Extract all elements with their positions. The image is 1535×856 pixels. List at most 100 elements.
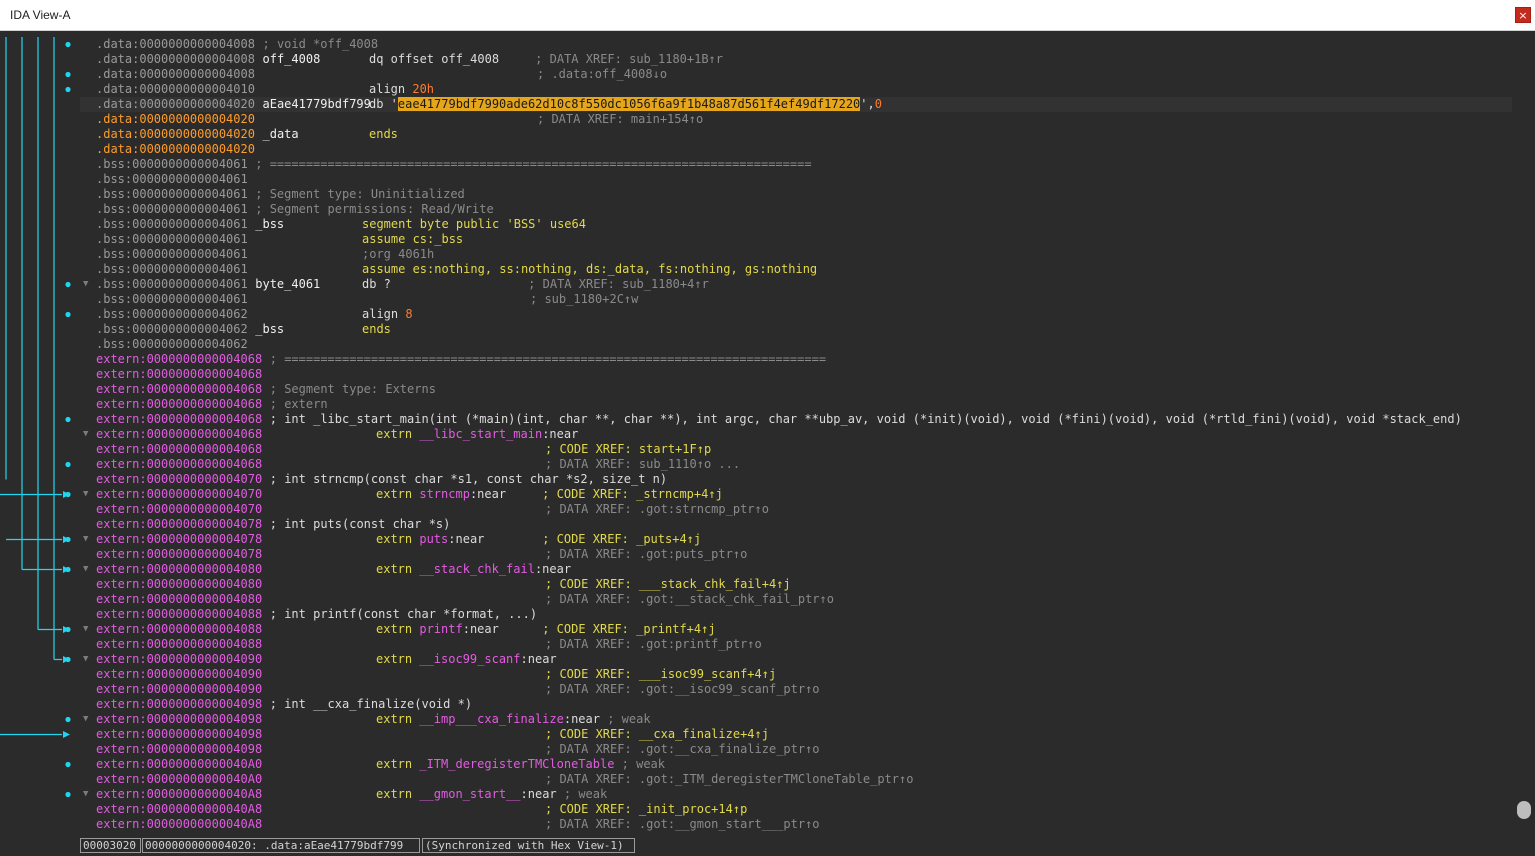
listing-line[interactable]: .bss:0000000000004061 assume cs:_bss [80,232,1512,247]
listing-line[interactable]: extern:0000000000004068 ; DATA XREF: sub_… [80,457,1512,472]
line-token[interactable]: strncmp [419,487,470,501]
listing-line[interactable]: .bss:0000000000004061 ;org 4061h [80,247,1512,262]
vertical-scrollbar[interactable] [1512,37,1535,835]
fold-toggle-icon[interactable]: ▼ [83,622,88,637]
xref-dot-icon[interactable] [65,71,71,78]
listing-line[interactable]: ▼ extern:0000000000004090 extrn __isoc99_s… [80,652,1512,667]
listing-line[interactable]: .bss:0000000000004061 ; sub_1180+2C↑w [80,292,1512,307]
line-token[interactable]: __isoc99_scanf [419,652,520,666]
listing-line[interactable]: .data:0000000000004020 aEae41779bdf799 db … [80,97,1512,112]
line-token[interactable]: __libc_start_main [419,427,542,441]
line-label[interactable]: aEae41779bdf799 [263,97,371,112]
listing-line[interactable]: .data:0000000000004008 ; .data:off_4008↓o [80,67,1512,82]
listing-line[interactable]: .bss:0000000000004062 _bss ends [80,322,1512,337]
listing-line[interactable]: .data:0000000000004008 ; void *off_4008 [80,37,1512,52]
listing-line[interactable]: extern:0000000000004078 ; int puts(const … [80,517,1512,532]
listing-line[interactable]: extern:00000000000040A8 ; DATA XREF: .got… [80,817,1512,832]
listing-line[interactable]: ▼ extern:0000000000004088 extrn printf:nea… [80,622,1512,637]
listing-line[interactable]: .bss:0000000000004061 ; =================… [80,157,1512,172]
listing-line[interactable]: extern:0000000000004070 ; int strncmp(con… [80,472,1512,487]
line-token[interactable]: _ITM_deregisterTMCloneTable [419,757,614,771]
line-body: ; int puts(const char *s) [270,517,451,532]
line-token: dq offset off_4008 [369,52,500,66]
listing-line[interactable]: .bss:0000000000004061 assume es:nothing, … [80,262,1512,277]
listing-line[interactable]: .bss:0000000000004062 [80,337,1512,352]
listing-line[interactable]: extern:0000000000004068 ; extern [80,397,1512,412]
listing-line[interactable]: .data:0000000000004020 _data ends [80,127,1512,142]
line-body: ; DATA XREF: .got:strncmp_ptr↑o [545,502,769,517]
listing-line[interactable]: ▼ .bss:0000000000004061 byte_4061 db ? ; DA… [80,277,1512,292]
fold-toggle-icon[interactable]: ▼ [83,532,88,547]
line-label[interactable]: off_4008 [263,52,321,67]
listing-line[interactable]: ▼ extern:0000000000004068 extrn __libc_sta… [80,427,1512,442]
listing-line[interactable]: extern:0000000000004098 ; int __cxa_final… [80,697,1512,712]
listing-line[interactable]: extern:0000000000004068 [80,367,1512,382]
xref-dot-icon[interactable] [65,761,71,768]
listing-line[interactable]: .data:0000000000004010 align 20h [80,82,1512,97]
listing-line[interactable]: extern:0000000000004068 ; int _libc_start… [80,412,1512,427]
xref-dot-icon[interactable] [65,311,71,318]
listing-line[interactable]: extern:0000000000004080 ; CODE XREF: ___s… [80,577,1512,592]
listing-line[interactable]: extern:00000000000040A8 ; CODE XREF: _ini… [80,802,1512,817]
listing-line[interactable]: extern:0000000000004090 ; CODE XREF: ___i… [80,667,1512,682]
listing-line[interactable]: .bss:0000000000004061 ; Segment permissio… [80,202,1512,217]
listing-line[interactable]: extern:0000000000004098 ; CODE XREF: __cx… [80,727,1512,742]
xref-dot-icon[interactable] [65,716,71,723]
fold-toggle-icon[interactable]: ▼ [83,712,88,727]
line-token: 8 [405,307,413,321]
line-label[interactable]: _bss [255,322,284,337]
line-body: extrn strncmp:near ; CODE XREF: _strncmp… [376,487,723,502]
listing-line[interactable]: ▼ extern:00000000000040A8 extrn __gmon_sta… [80,787,1512,802]
xref-dot-icon[interactable] [65,416,71,423]
listing-line[interactable]: extern:0000000000004090 ; DATA XREF: .got… [80,682,1512,697]
fold-toggle-icon[interactable]: ▼ [83,787,88,802]
listing-line[interactable]: extern:0000000000004078 ; DATA XREF: .got… [80,547,1512,562]
line-label[interactable]: byte_4061 [255,277,320,292]
close-button[interactable]: × [1515,7,1531,23]
xref-dot-icon[interactable] [65,281,71,288]
line-token[interactable]: __stack_chk_fail [419,562,535,576]
fold-toggle-icon[interactable]: ▼ [83,562,88,577]
listing-line[interactable]: .data:0000000000004008 off_4008 dq offset … [80,52,1512,67]
listing-line[interactable]: ▼ extern:0000000000004070 extrn strncmp:ne… [80,487,1512,502]
listing-line[interactable]: .bss:0000000000004061 ; Segment type: Uni… [80,187,1512,202]
line-body: ; DATA XREF: .got:__stack_chk_fail_ptr↑o [545,592,834,607]
line-token[interactable]: __imp___cxa_finalize [419,712,564,726]
listing-line[interactable]: .data:0000000000004020 [80,142,1512,157]
disassembly-listing[interactable]: .data:0000000000004008; void *off_4008 .d… [80,37,1512,835]
xref-dot-icon[interactable] [65,86,71,93]
listing-line[interactable]: extern:0000000000004088 ; DATA XREF: .got… [80,637,1512,652]
listing-line[interactable]: ▼ extern:0000000000004078 extrn puts:near … [80,532,1512,547]
listing-line[interactable]: extern:0000000000004068 ; Segment type: E… [80,382,1512,397]
line-token: :near [462,622,499,636]
listing-line[interactable]: extern:00000000000040A0 extrn _ITM_deregi… [80,757,1512,772]
fold-toggle-icon[interactable]: ▼ [83,652,88,667]
fold-toggle-icon[interactable]: ▼ [83,427,88,442]
line-token[interactable]: __gmon_start__ [419,787,520,801]
line-label[interactable]: _data [263,127,299,142]
xref-dot-icon[interactable] [65,41,71,48]
listing-line[interactable]: ▼ extern:0000000000004098 extrn __imp___cx… [80,712,1512,727]
listing-line[interactable]: extern:0000000000004088 ; int printf(cons… [80,607,1512,622]
line-label[interactable]: _bss [255,217,284,232]
listing-line[interactable]: extern:0000000000004070 ; DATA XREF: .got… [80,502,1512,517]
line-token[interactable]: puts [419,532,448,546]
listing-line[interactable]: extern:00000000000040A0 ; DATA XREF: .got… [80,772,1512,787]
listing-line[interactable]: extern:0000000000004068 ; ===============… [80,352,1512,367]
listing-line[interactable]: .bss:0000000000004062 align 8 [80,307,1512,322]
listing-line[interactable]: extern:0000000000004098 ; DATA XREF: .got… [80,742,1512,757]
fold-toggle-icon[interactable]: ▼ [83,487,88,502]
listing-line[interactable]: extern:0000000000004068 ; CODE XREF: star… [80,442,1512,457]
listing-line[interactable]: extern:0000000000004080 ; DATA XREF: .got… [80,592,1512,607]
line-token: ends [362,322,391,336]
listing-line[interactable]: .data:0000000000004020 ; DATA XREF: main+… [80,112,1512,127]
listing-line[interactable]: ▼ extern:0000000000004080 extrn __stack_ch… [80,562,1512,577]
listing-line[interactable]: .bss:0000000000004061 _bss segment byte pu… [80,217,1512,232]
fold-toggle-icon[interactable]: ▼ [83,277,88,292]
xref-dot-icon[interactable] [65,791,71,798]
listing-line[interactable]: .bss:0000000000004061 [80,172,1512,187]
window-titlebar: IDA View-A × [0,0,1535,31]
xref-dot-icon[interactable] [65,461,71,468]
line-token[interactable]: printf [419,622,462,636]
scrollbar-thumb[interactable] [1517,801,1531,819]
